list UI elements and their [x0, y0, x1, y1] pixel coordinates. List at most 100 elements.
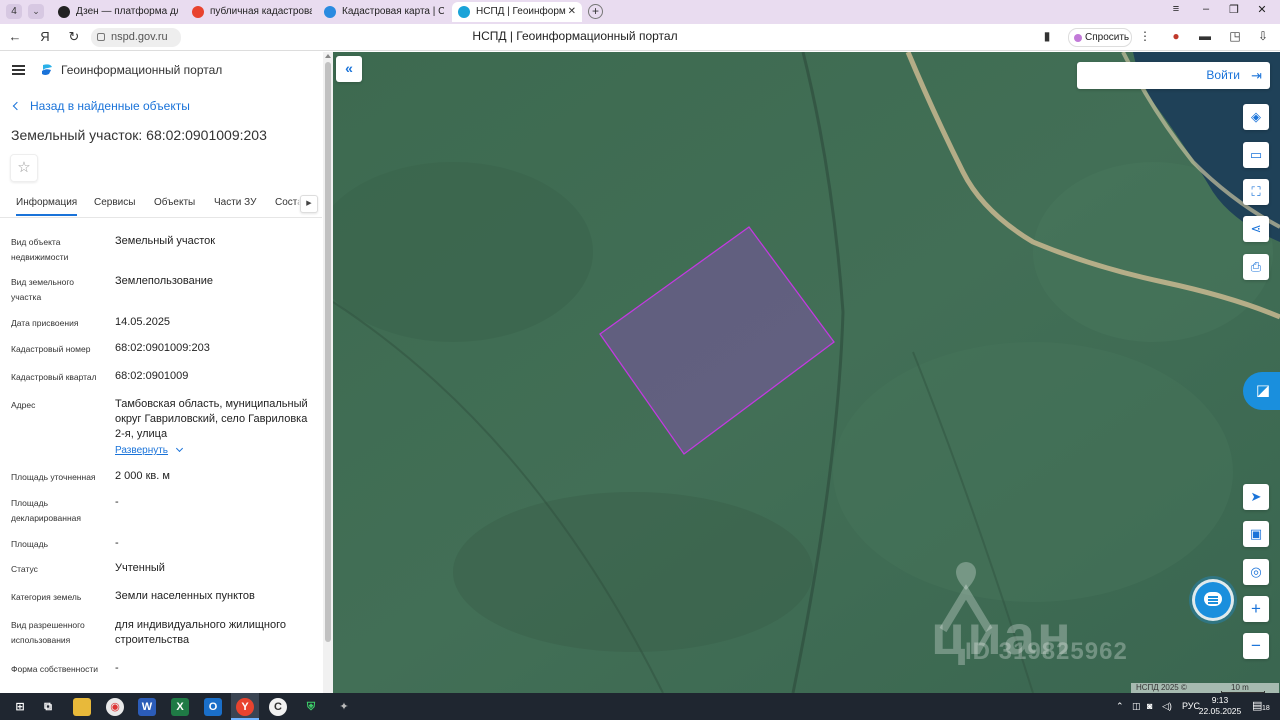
tray-app-icon[interactable]: ◫: [1132, 701, 1141, 712]
back-to-results-link[interactable]: Назад в найденные объекты: [12, 99, 190, 113]
notifications-icon[interactable]: ▤: [1252, 699, 1262, 712]
field-label: Статус: [11, 564, 38, 574]
clock-time: 9:13: [1211, 695, 1229, 705]
app-settings-icon[interactable]: ✦: [335, 698, 353, 716]
tab-information[interactable]: Информация: [16, 197, 78, 216]
shield-icon[interactable]: ⛨: [302, 698, 320, 716]
yandex-browser-icon[interactable]: Y: [236, 698, 254, 716]
new-tab-icon[interactable]: +: [588, 4, 603, 19]
area-select-icon[interactable]: ⛶: [1243, 179, 1269, 205]
task-view-icon[interactable]: ⧉: [39, 698, 57, 716]
system-clock[interactable]: 9:13 22.05.2025: [1196, 695, 1244, 717]
excel-icon[interactable]: X: [171, 698, 189, 716]
outlook-icon[interactable]: O: [204, 698, 222, 716]
info-tabs: Информация Сервисы Объекты Части ЗУ Сост…: [0, 192, 322, 218]
reload-icon[interactable]: ↻: [65, 29, 83, 45]
url-field[interactable]: nspd.gov.ru: [91, 28, 181, 47]
zoom-out-button[interactable]: −: [1243, 633, 1269, 659]
cadastral-favicon-icon: [324, 6, 336, 18]
close-window-icon[interactable]: ✕: [1252, 3, 1272, 16]
browser-tab-search[interactable]: публичная кадастровая к: [192, 2, 312, 22]
back-arrow-icon[interactable]: ←: [6, 29, 24, 44]
windows-start-icon[interactable]: ⊞: [11, 698, 29, 716]
map-view[interactable]: « Войти ⇥ ◈ ▭ ⛶ ⋖ ⎙ ◪ ➤ ▣ ◎ + − циан ID …: [333, 52, 1280, 693]
ruler-icon[interactable]: ▭: [1243, 142, 1269, 168]
nspd-favicon-icon: [458, 6, 470, 18]
tab-objects[interactable]: Объекты: [154, 197, 195, 208]
chat-button[interactable]: [1195, 582, 1231, 618]
layers-icon[interactable]: ◈: [1243, 104, 1269, 130]
notification-count: 18: [1262, 705, 1270, 712]
word-icon[interactable]: W: [138, 698, 156, 716]
field-label: Вид земельного участка: [11, 277, 75, 302]
field-value: Земельный участок: [115, 235, 216, 247]
field-value: Земли населенных пунктов: [115, 590, 255, 602]
dzen-favicon-icon: [58, 6, 70, 18]
chrome-icon[interactable]: ◉: [106, 698, 124, 716]
close-tab-icon[interactable]: ✕: [568, 2, 576, 22]
field-value: -: [115, 662, 119, 674]
tray-chevron-up-icon[interactable]: ⌃: [1116, 701, 1124, 712]
scroll-up-icon[interactable]: [325, 54, 331, 58]
field-label: Площадь: [11, 539, 49, 549]
ask-alice-button[interactable]: Спросить: [1068, 28, 1132, 47]
yandex-home-icon[interactable]: Я: [36, 29, 54, 44]
tabs-next-arrow-icon[interactable]: ▶: [300, 195, 318, 213]
locate-icon[interactable]: ➤: [1243, 484, 1269, 510]
extension-icon[interactable]: ●: [1167, 29, 1185, 43]
alice-icon: [1074, 34, 1082, 42]
downloads-icon[interactable]: ⇩: [1254, 29, 1272, 43]
field-value: для индивидуального жилищного строительс…: [115, 619, 287, 646]
ask-button-label: Спросить: [1085, 32, 1130, 43]
restore-icon[interactable]: ❐: [1224, 3, 1244, 16]
menu-icon[interactable]: [12, 65, 25, 75]
share-icon[interactable]: ⋖: [1243, 216, 1269, 242]
zoom-in-button[interactable]: +: [1243, 596, 1269, 622]
object-info-panel: Геоинформационный портал Назад в найденн…: [0, 52, 333, 693]
sidebar-toggle-icon[interactable]: ▬: [1196, 29, 1214, 43]
browser-tab-nspd[interactable]: НСПД | Геоинформацио ✕: [452, 2, 582, 22]
feedback-widget-icon[interactable]: ◪: [1243, 372, 1280, 410]
satellite-imagery: [333, 52, 1280, 693]
login-label: Войти: [1206, 68, 1240, 82]
collections-icon[interactable]: ◳: [1226, 29, 1244, 43]
browser-tab-dzen[interactable]: Дзен — платформа для п: [58, 2, 178, 22]
tab-counter[interactable]: 4: [6, 4, 22, 19]
tab-list-chevron-icon[interactable]: ⌄: [28, 4, 44, 19]
browser-tab-bar: 4 ⌄ Дзен — платформа для п публичная кад…: [0, 0, 1280, 24]
watermark-id: ID 319825962: [965, 638, 1128, 665]
collapse-panel-icon[interactable]: «: [336, 56, 362, 82]
minimap-icon[interactable]: ▣: [1243, 521, 1269, 547]
geolocation-icon[interactable]: ◎: [1243, 559, 1269, 585]
field-value: -: [115, 537, 119, 549]
favorite-star-icon[interactable]: ☆: [10, 154, 38, 182]
tab-title: Дзен — платформа для п: [76, 6, 178, 17]
browser-tab-cadastral[interactable]: Кадастровая карта | Серв: [324, 2, 444, 22]
network-icon[interactable]: ◙: [1147, 701, 1152, 711]
minimize-icon[interactable]: –: [1196, 3, 1216, 15]
volume-icon[interactable]: ◁): [1162, 701, 1172, 712]
bookmark-icon[interactable]: ▮: [1038, 29, 1056, 43]
file-explorer-icon[interactable]: [73, 698, 91, 716]
panel-scroll-thumb[interactable]: [325, 62, 331, 642]
object-title: Земельный участок: 68:02:0901009:203: [11, 127, 267, 143]
expand-link-label: Развернуть: [115, 445, 169, 456]
windows-taskbar: ⊞ ⧉ ◉ W X O Y C ⛨ ✦ ⌃ ◫ ◙ ◁) РУС 9:13 22…: [0, 693, 1280, 720]
field-value: 68:02:0901009:203: [115, 342, 210, 354]
tab-parts[interactable]: Части ЗУ: [214, 197, 256, 208]
field-label: Адрес: [11, 400, 36, 410]
field-label: Кадастровый квартал: [11, 372, 97, 382]
browser-menu-icon[interactable]: ≡: [1166, 3, 1186, 15]
tab-services[interactable]: Сервисы: [94, 197, 135, 208]
tab-title: публичная кадастровая к: [210, 6, 312, 17]
url-text: nspd.gov.ru: [111, 31, 168, 43]
field-label: Вид разрешенного использования: [11, 620, 85, 645]
more-icon[interactable]: ⋮: [1136, 29, 1154, 43]
login-arrow-icon: ⇥: [1251, 68, 1262, 83]
expand-address-link[interactable]: Развернуть: [115, 444, 184, 456]
address-value: Тамбовская область, муниципальный округ …: [115, 398, 308, 440]
login-button[interactable]: Войти ⇥: [1077, 62, 1270, 89]
app-c-icon[interactable]: C: [269, 698, 287, 716]
print-icon[interactable]: ⎙: [1243, 254, 1269, 280]
tab-title: Кадастровая карта | Серв: [342, 6, 444, 17]
